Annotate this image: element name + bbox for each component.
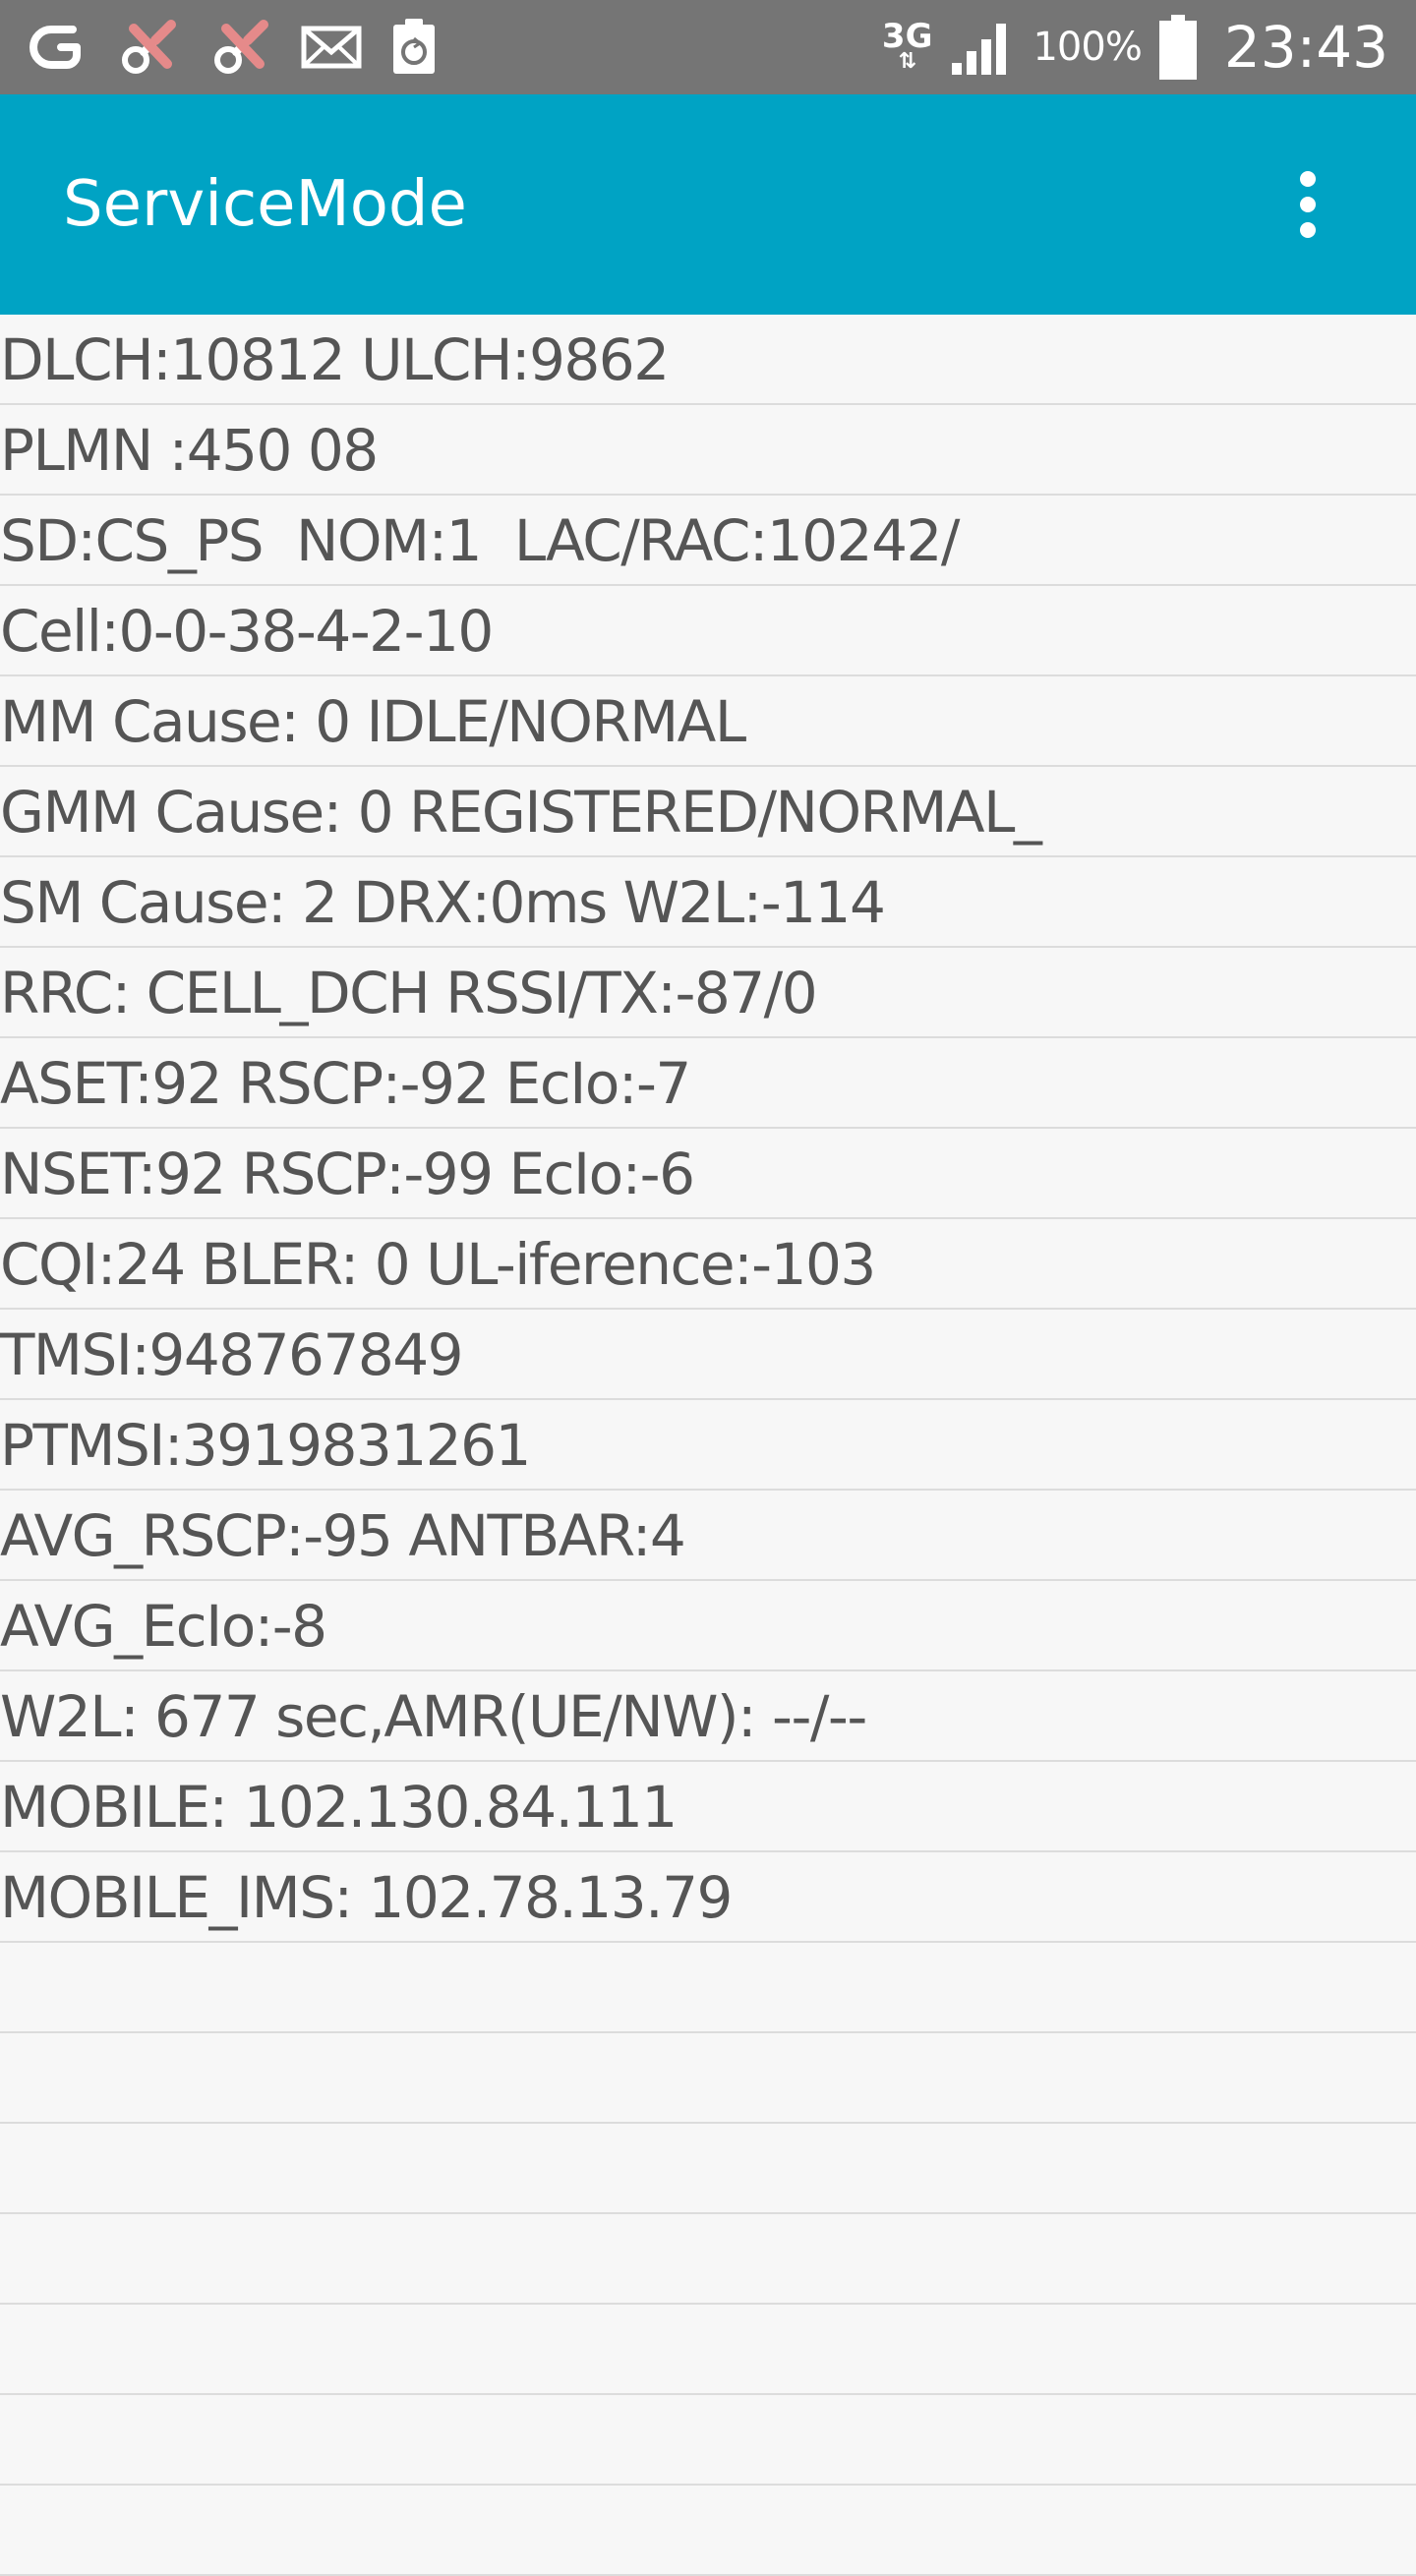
list-item[interactable]	[0, 2486, 1416, 2576]
list-item[interactable]: MM Cause: 0 IDLE/NORMAL	[0, 676, 1416, 767]
list-item[interactable]: MOBILE_IMS: 102.78.13.79	[0, 1852, 1416, 1943]
menu-dot	[1300, 222, 1316, 238]
system-icons: 3G ⇅ 100% 23:43	[882, 0, 1388, 94]
app-g-icon	[30, 18, 88, 77]
list-item[interactable]	[0, 1943, 1416, 2033]
list-item[interactable]: SM Cause: 2 DRX:0ms W2L:-114	[0, 857, 1416, 948]
list-item[interactable]: RRC: CELL_DCH RSSI/TX:-87/0	[0, 948, 1416, 1038]
network-type-indicator: 3G ⇅	[882, 20, 933, 73]
list-item[interactable]: MOBILE: 102.130.84.111	[0, 1762, 1416, 1852]
menu-dot	[1300, 197, 1316, 212]
tools-icon	[208, 15, 273, 80]
app-bar: ServiceMode	[0, 94, 1416, 315]
list-item[interactable]: CQI:24 BLER: 0 UL-iference:-103	[0, 1219, 1416, 1310]
mail-icon	[301, 23, 362, 72]
notification-icons	[30, 14, 439, 81]
list-item[interactable]	[0, 2033, 1416, 2124]
battery-percent: 100%	[1032, 25, 1142, 70]
list-item[interactable]	[0, 2124, 1416, 2214]
list-item[interactable]: NSET:92 RSCP:-99 EcIo:-6	[0, 1129, 1416, 1219]
service-info-list[interactable]: DLCH:10812 ULCH:9862 PLMN :450 08 SD:CS_…	[0, 315, 1416, 2576]
battery-icon	[1158, 15, 1197, 80]
list-item[interactable]: PLMN :450 08	[0, 405, 1416, 496]
status-bar: 3G ⇅ 100% 23:43	[0, 0, 1416, 94]
list-item[interactable]: AVG_EcIo:-8	[0, 1581, 1416, 1671]
list-item[interactable]: TMSI:948767849	[0, 1310, 1416, 1400]
tools-icon	[116, 15, 181, 80]
list-item[interactable]: W2L: 677 sec,AMR(UE/NW): --/--	[0, 1671, 1416, 1762]
list-item[interactable]: Cell:0-0-38-4-2-10	[0, 586, 1416, 676]
list-item[interactable]: ASET:92 RSCP:-92 EcIo:-7	[0, 1038, 1416, 1129]
page-title: ServiceMode	[63, 168, 467, 241]
list-item[interactable]: AVG_RSCP:-95 ANTBAR:4	[0, 1491, 1416, 1581]
list-item[interactable]	[0, 2305, 1416, 2395]
list-item[interactable]: PTMSI:3919831261	[0, 1400, 1416, 1491]
menu-dot	[1300, 171, 1316, 187]
list-item[interactable]: GMM Cause: 0 REGISTERED/NORMAL_	[0, 767, 1416, 857]
list-item[interactable]: SD:CS_PS NOM:1 LAC/RAC:10242/	[0, 496, 1416, 586]
list-item[interactable]	[0, 2395, 1416, 2486]
signal-strength-icon	[950, 18, 1015, 77]
list-item[interactable]: DLCH:10812 ULCH:9862	[0, 315, 1416, 405]
more-vert-icon[interactable]	[1288, 94, 1328, 315]
status-clock: 23:43	[1223, 14, 1388, 81]
list-item[interactable]	[0, 2214, 1416, 2305]
recycle-clipboard-icon	[389, 17, 439, 78]
